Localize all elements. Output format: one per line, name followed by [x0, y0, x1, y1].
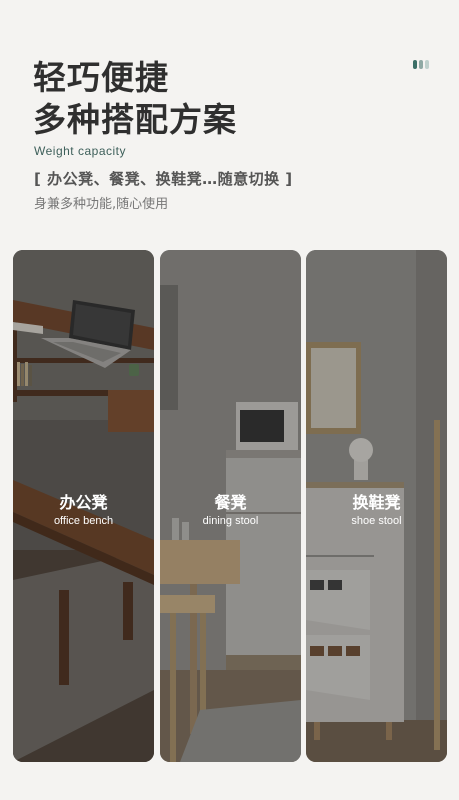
panel-label-en: office bench — [53, 515, 114, 527]
page-title-line-2: 多种搭配方案 — [33, 100, 237, 139]
indicator-dot-3 — [425, 60, 429, 69]
panel-label-cn: 换鞋凳 — [352, 493, 401, 512]
page-title-line-1: 轻巧便捷 — [33, 58, 169, 97]
indicator-dot-1 — [413, 60, 417, 69]
english-subtitle: Weight capacity — [34, 144, 126, 158]
dining-stool-panel: 餐凳 dining stool — [160, 250, 301, 762]
panel-label-cn: 办公凳 — [59, 493, 108, 512]
panel-label-en: shoe stool — [351, 515, 402, 527]
panel-label-cn: 餐凳 — [214, 493, 247, 512]
office-bench-panel: 办公凳 office bench — [13, 250, 154, 762]
carousel-indicator — [413, 60, 429, 69]
usage-scenarios-line: [ 办公凳、餐凳、换鞋凳…随意切换 ] — [34, 170, 293, 188]
panel-caption: 换鞋凳 shoe stool — [306, 493, 447, 527]
panel-caption: 餐凳 dining stool — [160, 493, 301, 527]
description-line: 身兼多种功能,随心使用 — [34, 197, 169, 212]
product-detail-page: 轻巧便捷 多种搭配方案 Weight capacity [ 办公凳、餐凳、换鞋凳… — [0, 0, 459, 800]
indicator-dot-2 — [419, 60, 423, 69]
panel-label-en: dining stool — [202, 515, 259, 527]
shoe-stool-panel: 换鞋凳 shoe stool — [306, 250, 447, 762]
panel-caption: 办公凳 office bench — [13, 493, 154, 527]
